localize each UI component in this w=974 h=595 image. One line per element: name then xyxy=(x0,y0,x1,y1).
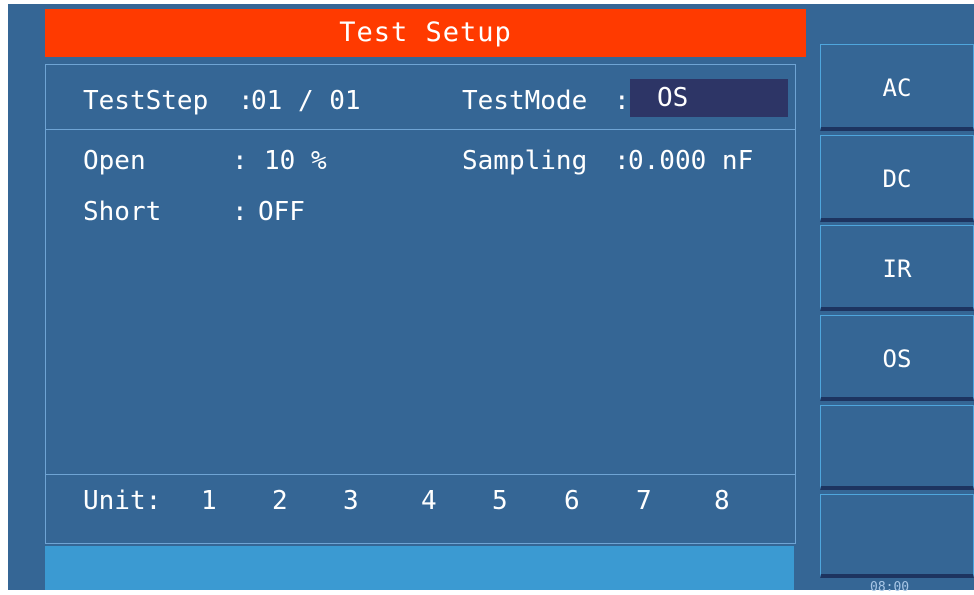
unit-1[interactable]: 1 xyxy=(201,486,217,516)
test-step-label: TestStep xyxy=(83,86,209,116)
short-label: Short xyxy=(83,197,162,227)
test-step-value[interactable]: 01 / 01 xyxy=(251,86,361,116)
open-label: Open xyxy=(83,146,146,176)
divider xyxy=(46,474,795,475)
sampling-label: Sampling xyxy=(462,146,588,176)
short-value[interactable]: OFF xyxy=(258,197,305,227)
test-mode-label: TestMode xyxy=(462,86,588,116)
open-sep: : xyxy=(232,146,248,176)
status-bar xyxy=(45,546,794,590)
divider xyxy=(46,129,795,130)
sampling-value[interactable]: 0.000 nF xyxy=(628,146,753,176)
softkey-blank-6[interactable] xyxy=(820,494,974,578)
instrument-screen: Test Setup TestStep : 01 / 01 TestMode :… xyxy=(8,4,974,595)
softkey-dc[interactable]: DC xyxy=(820,135,974,222)
softkey-ir[interactable]: IR xyxy=(820,225,974,311)
test-mode-field[interactable]: OS xyxy=(630,79,788,117)
unit-3[interactable]: 3 xyxy=(343,486,359,516)
setup-panel xyxy=(45,64,796,544)
test-mode-sep: : xyxy=(614,86,630,116)
open-value[interactable]: 10 % xyxy=(264,146,327,176)
unit-4[interactable]: 4 xyxy=(421,486,437,516)
unit-5[interactable]: 5 xyxy=(492,486,508,516)
unit-6[interactable]: 6 xyxy=(564,486,580,516)
unit-label: Unit: xyxy=(83,486,162,516)
page-title: Test Setup xyxy=(45,9,806,57)
softkey-ac[interactable]: AC xyxy=(820,44,974,131)
unit-8[interactable]: 8 xyxy=(714,486,730,516)
clock: 08:00 xyxy=(870,580,910,595)
softkey-os[interactable]: OS xyxy=(820,315,974,401)
unit-2[interactable]: 2 xyxy=(272,486,288,516)
short-sep: : xyxy=(232,197,248,227)
softkey-blank-5[interactable] xyxy=(820,405,974,490)
unit-7[interactable]: 7 xyxy=(636,486,652,516)
